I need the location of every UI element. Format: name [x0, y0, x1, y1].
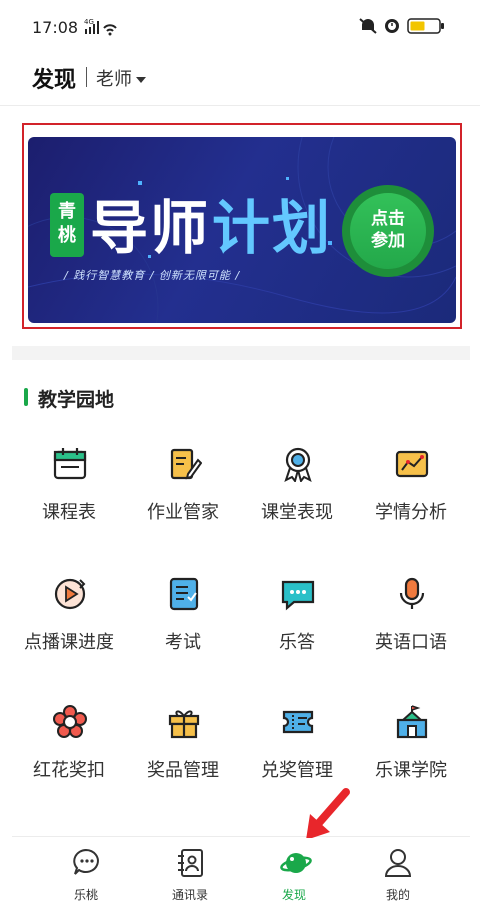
school-icon — [396, 705, 428, 739]
flower-icon — [53, 705, 87, 738]
section-accent-bar — [24, 388, 28, 406]
grid-label: 红花奖扣 — [33, 760, 105, 781]
cta-line-2: 参加 — [371, 231, 405, 251]
banner-badge: 青 桃 — [50, 193, 84, 257]
calendar-icon — [53, 448, 87, 480]
exam-icon — [169, 577, 199, 611]
tab-label: 发现 — [281, 888, 306, 902]
mentor-plan-banner[interactable]: 青 桃 导师 计划 / 践行智慧教育 / 创新无限可能 / 点击 参加 — [28, 137, 456, 323]
grid-item-homework[interactable]: 作业管家 — [126, 438, 240, 538]
tab-label: 乐桃 — [73, 888, 98, 902]
tab-contacts[interactable]: 通讯录 — [140, 848, 240, 908]
list-bottom-divider — [12, 836, 470, 837]
grid-item-leke-academy[interactable]: 乐课学院 — [354, 696, 468, 796]
chat-icon — [281, 580, 315, 611]
banner-title-white: 导师 — [90, 194, 211, 262]
ticket-icon — [282, 710, 314, 734]
grid-label: 学情分析 — [375, 502, 447, 523]
grid-label: 考试 — [165, 632, 201, 653]
planet-icon — [280, 853, 312, 873]
alarm-icon — [385, 19, 399, 33]
grid-label: 点播课进度 — [24, 632, 114, 653]
chart-icon — [395, 450, 429, 478]
status-right-icons — [359, 18, 444, 34]
page-title: 发现 — [32, 68, 77, 93]
grid-item-vod-progress[interactable]: 点播课进度 — [12, 568, 126, 668]
grid-label: 兑奖管理 — [261, 760, 333, 781]
role-label: 老师 — [96, 69, 132, 90]
grid-label: 乐答 — [279, 632, 315, 653]
microphone-icon — [399, 577, 425, 609]
grid-item-qa[interactable]: 乐答 — [240, 568, 354, 668]
grid-item-exam[interactable]: 考试 — [126, 568, 240, 668]
battery-icon — [407, 18, 444, 34]
grid-label: 课堂表现 — [261, 502, 333, 523]
tab-label: 通讯录 — [171, 888, 208, 902]
page-header: 发现 老师 — [0, 52, 480, 100]
header-divider — [0, 105, 480, 106]
section-title: 教学园地 — [38, 389, 115, 411]
grid-item-class-performance[interactable]: 课堂表现 — [240, 438, 354, 538]
signal-icon: 4G — [84, 18, 117, 36]
grid-label: 奖品管理 — [147, 760, 219, 781]
medal-icon — [284, 447, 312, 482]
red-arrow-annotation — [306, 788, 350, 840]
grid-item-prize-management[interactable]: 奖品管理 — [126, 696, 240, 796]
chat-bubble-icon — [73, 848, 99, 875]
join-button[interactable]: 点击 参加 — [350, 193, 426, 269]
grid-item-learning-analysis[interactable]: 学情分析 — [354, 438, 468, 538]
grid-item-red-flower[interactable]: 红花奖扣 — [12, 696, 126, 796]
play-icon — [54, 578, 86, 610]
homework-icon — [170, 448, 202, 480]
status-time: 17:08 — [32, 18, 79, 37]
grid-item-schedule[interactable]: 课程表 — [12, 438, 126, 538]
mute-icon — [359, 18, 377, 34]
chevron-down-icon — [136, 77, 146, 83]
grid-item-redeem-management[interactable]: 兑奖管理 — [240, 696, 354, 796]
network-type: 4G — [84, 18, 94, 26]
banner-subtitle: / 践行智慧教育 / 创新无限可能 / — [64, 269, 241, 282]
badge-char-1: 青 — [58, 201, 76, 222]
contacts-icon — [178, 849, 203, 877]
tab-label: 我的 — [385, 888, 410, 902]
grid-label: 课程表 — [42, 502, 96, 523]
tab-me[interactable]: 我的 — [348, 848, 448, 908]
gift-icon — [168, 710, 200, 739]
header-separator — [86, 67, 87, 87]
badge-char-2: 桃 — [58, 225, 76, 246]
role-switcher[interactable]: 老师 — [96, 65, 146, 91]
grid-item-oral-english[interactable]: 英语口语 — [354, 568, 468, 668]
banner-title-blue: 计划 — [212, 194, 333, 262]
grid-label: 英语口语 — [375, 632, 447, 653]
grid-label: 乐课学院 — [375, 760, 447, 781]
person-icon — [384, 849, 412, 877]
bottom-tab-bar: 乐桃 通讯录 发现 我的 — [0, 838, 480, 924]
tab-letao[interactable]: 乐桃 — [36, 848, 136, 908]
tab-discover[interactable]: 发现 — [244, 848, 344, 908]
cta-line-1: 点击 — [371, 209, 405, 229]
status-bar: 17:08 4G — [0, 0, 480, 52]
section-gap — [12, 346, 470, 360]
grid-label: 作业管家 — [147, 502, 219, 523]
